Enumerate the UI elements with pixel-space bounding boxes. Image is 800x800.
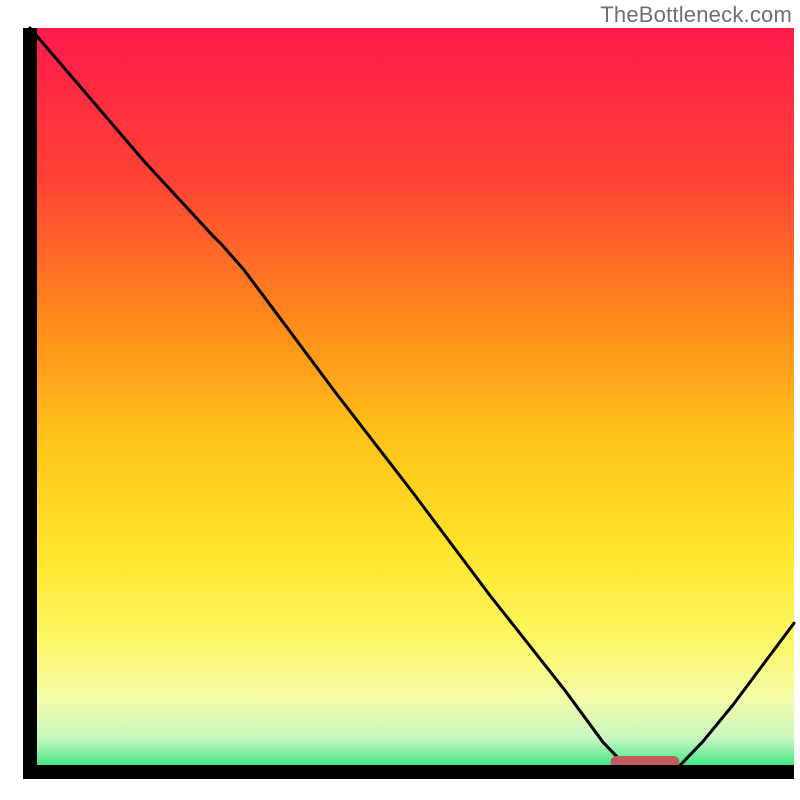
chart-container: { "watermark": "TheBottleneck.com", "cha… (0, 0, 800, 800)
gradient-background (30, 28, 794, 772)
plot-area (30, 28, 794, 772)
bottleneck-chart (0, 0, 800, 800)
watermark-text: TheBottleneck.com (600, 2, 792, 28)
